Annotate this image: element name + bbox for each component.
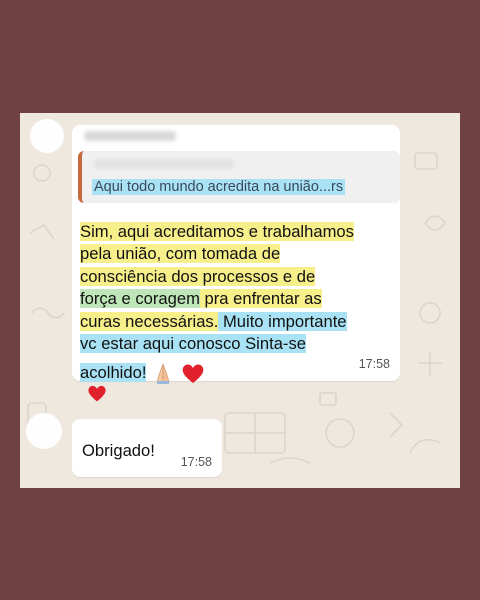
message-line: pra enfrentar as	[199, 289, 322, 309]
message-text: Obrigado!	[82, 441, 155, 460]
chat-screenshot: Aqui todo mundo acredita na união...rs S…	[20, 113, 460, 488]
praying-hands-icon	[156, 364, 170, 385]
sender-avatar[interactable]	[30, 119, 64, 153]
message-line: Muito importante	[218, 311, 347, 331]
reaction-heart-icon[interactable]	[86, 383, 108, 403]
message-line: Sim, aqui acreditamos e trabalhamos	[80, 222, 354, 241]
quoted-message[interactable]: Aqui todo mundo acredita na união...rs	[78, 151, 400, 203]
message-bubble[interactable]: Obrigado! 17:58	[72, 419, 222, 477]
sender-name-redacted	[84, 131, 176, 141]
message-line: pela união, com tomada de	[80, 244, 281, 264]
message-bubble[interactable]: Aqui todo mundo acredita na união...rs S…	[72, 125, 400, 385]
message-line: força e coragem	[80, 289, 200, 309]
quoted-text: Aqui todo mundo acredita na união...rs	[92, 179, 346, 195]
message-line: curas necessárias.	[80, 311, 219, 331]
red-heart-icon	[182, 364, 204, 384]
message-time: 17:58	[180, 455, 212, 469]
message-line: vc estar aqui conosco Sinta-se	[80, 334, 306, 354]
own-avatar[interactable]	[26, 413, 62, 449]
message-line: acolhido!	[80, 362, 147, 382]
message-text: Sim, aqui acreditamos e trabalhamos pela…	[80, 221, 398, 385]
quoted-author-redacted	[94, 159, 234, 169]
message-line: consciência dos processos e de	[80, 266, 316, 286]
message-time: 17:58	[358, 357, 390, 371]
